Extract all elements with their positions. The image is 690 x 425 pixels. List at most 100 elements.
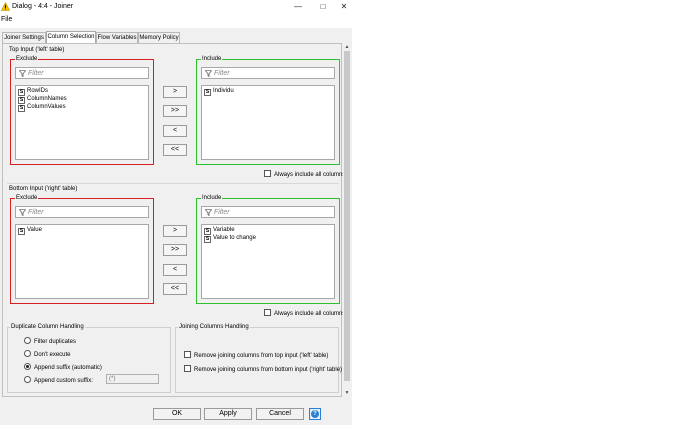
- radio-label: Append suffix (automatic): [34, 365, 102, 371]
- maximize-icon[interactable]: □: [316, 1, 330, 13]
- move-all-left-button[interactable]: <<: [163, 283, 187, 295]
- vertical-scrollbar[interactable]: ▲ ▼: [343, 43, 351, 397]
- close-icon[interactable]: ✕: [337, 1, 351, 13]
- bottom-include-list[interactable]: S Variable S Value to change: [201, 224, 335, 299]
- move-right-button[interactable]: >: [163, 225, 187, 237]
- string-type-icon: S: [18, 228, 25, 235]
- filter-icon: [19, 70, 26, 77]
- top-exclude-filter-input[interactable]: Filter: [15, 67, 149, 79]
- column-name: Value to change: [213, 235, 256, 241]
- filter-icon: [19, 209, 26, 216]
- move-all-right-button[interactable]: >>: [163, 244, 187, 256]
- list-item[interactable]: S ColumnValues: [18, 103, 66, 112]
- list-item[interactable]: S Variable: [204, 226, 235, 235]
- tab-memory-policy[interactable]: Memory Policy: [138, 32, 180, 43]
- column-name: Individu: [213, 88, 234, 94]
- scrollbar-thumb[interactable]: [344, 51, 350, 381]
- warning-icon: [1, 2, 10, 11]
- radio-button[interactable]: [24, 350, 31, 357]
- bottom-include-label: Include: [201, 195, 223, 202]
- bottom-include-panel: Include Filter S Variable S Value to chang…: [196, 195, 340, 304]
- checkbox-label: Remove joining columns from bottom input…: [194, 367, 343, 373]
- bottom-exclude-panel: Exclude Filter S Value: [10, 195, 154, 304]
- scroll-up-icon[interactable]: ▲: [344, 44, 350, 50]
- string-type-icon: S: [204, 236, 211, 243]
- remove-joining-bottom-checkbox[interactable]: Remove joining columns from bottom input…: [184, 365, 342, 374]
- title-bar: Dialog - 4:4 - Joiner — □ ✕: [0, 0, 352, 14]
- checkbox-label: Always include all columns: [274, 172, 346, 178]
- top-exclude-panel: Exclude Filter S RowIDs S ColumnNames S Col…: [10, 56, 154, 165]
- list-item[interactable]: S Value to change: [204, 234, 256, 243]
- move-right-button[interactable]: >: [163, 86, 187, 98]
- remove-joining-top-checkbox[interactable]: Remove joining columns from top input ('…: [184, 351, 328, 360]
- bottom-input-title: Bottom Input ('right' table): [9, 186, 78, 192]
- move-all-right-button[interactable]: >>: [163, 105, 187, 117]
- radio-append-suffix-automatic[interactable]: Append suffix (automatic): [24, 363, 102, 372]
- ok-button[interactable]: OK: [153, 408, 201, 420]
- radio-label: Filter duplicates: [34, 339, 77, 345]
- checkbox-box[interactable]: [184, 365, 191, 372]
- joining-handling-title: Joining Columns Handling: [178, 324, 250, 331]
- column-name: Variable: [213, 227, 235, 233]
- list-item[interactable]: S ColumnNames: [18, 95, 67, 104]
- column-name: ColumnNames: [27, 96, 67, 102]
- move-all-left-button[interactable]: <<: [163, 144, 187, 156]
- checkbox-box[interactable]: [264, 309, 271, 316]
- radio-append-custom-suffix[interactable]: Append custom suffix:: [24, 376, 93, 385]
- filter-placeholder: Filter: [28, 209, 44, 216]
- duplicate-handling-panel: Duplicate Column Handling Filter duplica…: [7, 324, 171, 393]
- bottom-always-include-checkbox[interactable]: Always include all columns: [264, 309, 345, 318]
- tab-column-selection[interactable]: Column Selection: [46, 31, 96, 43]
- list-item[interactable]: S RowIDs: [18, 87, 49, 96]
- checkbox-box[interactable]: [264, 170, 271, 177]
- filter-placeholder: Filter: [214, 70, 230, 77]
- top-exclude-label: Exclude: [15, 56, 39, 63]
- filter-icon: [205, 70, 212, 77]
- scroll-down-icon[interactable]: ▼: [344, 390, 350, 396]
- column-name: RowIDs: [27, 88, 49, 94]
- help-icon: ?: [311, 410, 319, 418]
- column-selection-panel: Top Input ('left' table) Exclude Filter …: [2, 43, 345, 397]
- move-left-button[interactable]: <: [163, 264, 187, 276]
- filter-placeholder: Filter: [28, 70, 44, 77]
- duplicate-handling-title: Duplicate Column Handling: [10, 324, 85, 331]
- radio-filter-duplicates[interactable]: Filter duplicates: [24, 337, 76, 346]
- menu-bar: File: [0, 14, 352, 28]
- custom-suffix-input[interactable]: (*): [106, 374, 159, 384]
- radio-label: Append custom suffix:: [34, 378, 93, 384]
- joining-handling-panel: Joining Columns Handling Remove joining …: [175, 324, 342, 393]
- checkbox-box[interactable]: [184, 351, 191, 358]
- joiner-dialog: Dialog - 4:4 - Joiner — □ ✕ File Joiner …: [0, 0, 352, 425]
- menu-file[interactable]: File: [1, 16, 12, 23]
- apply-button[interactable]: Apply: [204, 408, 252, 420]
- radio-button-selected[interactable]: [24, 363, 31, 370]
- move-left-button[interactable]: <: [163, 125, 187, 137]
- cancel-button[interactable]: Cancel: [256, 408, 304, 420]
- radio-button[interactable]: [24, 337, 31, 344]
- radio-button[interactable]: [24, 376, 31, 383]
- window-title: Dialog - 4:4 - Joiner: [12, 3, 74, 10]
- bottom-exclude-list[interactable]: S Value: [15, 224, 149, 299]
- bottom-include-filter-input[interactable]: Filter: [201, 206, 335, 218]
- top-include-filter-input[interactable]: Filter: [201, 67, 335, 79]
- top-always-include-checkbox[interactable]: Always include all columns: [264, 170, 345, 179]
- list-item[interactable]: S Value: [18, 226, 42, 235]
- column-name: ColumnValues: [27, 104, 66, 110]
- list-item[interactable]: S Individu: [204, 87, 234, 96]
- help-button[interactable]: ?: [309, 408, 321, 420]
- top-exclude-list[interactable]: S RowIDs S ColumnNames S ColumnValues: [15, 85, 149, 160]
- top-include-panel: Include Filter S Individu: [196, 56, 340, 165]
- top-include-label: Include: [201, 56, 223, 63]
- checkbox-label: Always include all columns: [274, 311, 346, 317]
- string-type-icon: S: [204, 89, 211, 96]
- tab-flow-variables[interactable]: Flow Variables: [96, 32, 138, 43]
- minimize-icon[interactable]: —: [291, 1, 305, 13]
- bottom-exclude-label: Exclude: [15, 195, 39, 202]
- top-include-list[interactable]: S Individu: [201, 85, 335, 160]
- checkbox-label: Remove joining columns from top input ('…: [194, 353, 329, 359]
- divider: [7, 183, 339, 184]
- bottom-exclude-filter-input[interactable]: Filter: [15, 206, 149, 218]
- radio-dont-execute[interactable]: Don't execute: [24, 350, 71, 359]
- tab-joiner-settings[interactable]: Joiner Settings: [2, 32, 46, 43]
- filter-icon: [205, 209, 212, 216]
